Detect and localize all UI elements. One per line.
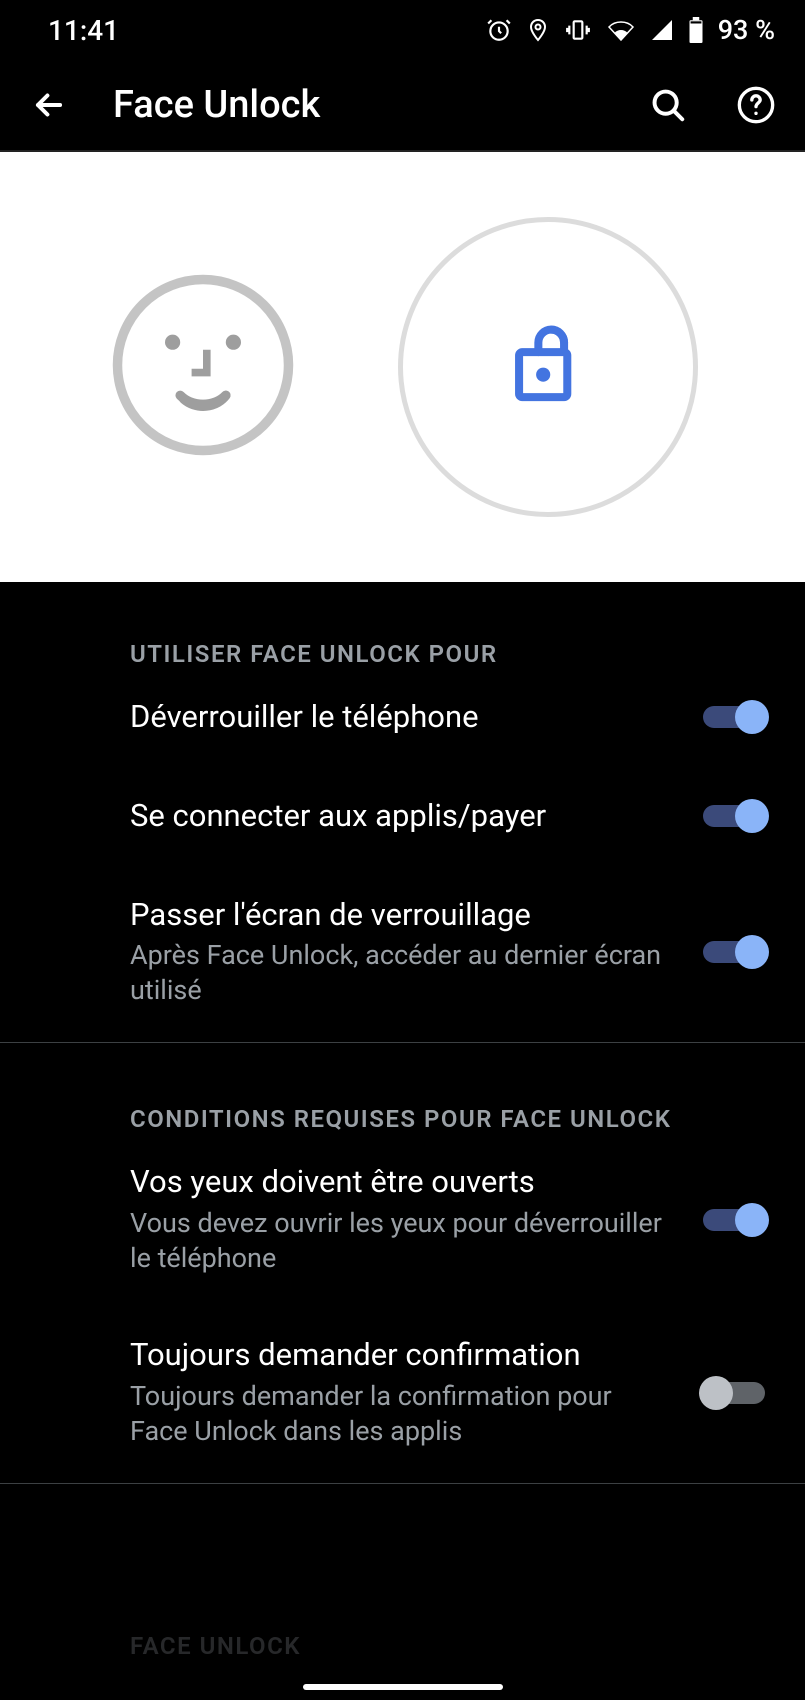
hero-illustration [0,150,805,582]
settings-content: UTILISER FACE UNLOCK POUR Déverrouiller … [0,582,805,1484]
battery-icon [688,17,704,43]
location-icon [526,17,550,43]
help-button[interactable] [732,81,780,129]
setting-subtitle: Vous devez ouvrir les yeux pour déverrou… [130,1206,683,1276]
setting-title: Passer l'écran de verrouillage [130,896,683,935]
status-icons: 93 % [486,14,775,46]
battery-percent: 93 % [718,14,775,46]
setting-title: Se connecter aux applis/payer [130,797,683,836]
toggle-switch[interactable] [703,935,765,969]
section-header-use: UTILISER FACE UNLOCK POUR [130,582,775,668]
setting-subtitle: Toujours demander la confirmation pour F… [130,1379,683,1449]
setting-app-signin[interactable]: Se connecter aux applis/payer [0,767,805,866]
setting-title: Toujours demander confirmation [130,1336,683,1375]
search-button[interactable] [644,81,692,129]
page-title: Face Unlock [113,83,604,127]
setting-eyes-open[interactable]: Vos yeux doivent être ouverts Vous devez… [0,1133,805,1306]
back-button[interactable] [25,81,73,129]
signal-icon [650,18,674,42]
toggle-switch[interactable] [703,1203,765,1237]
toggle-switch[interactable] [703,799,765,833]
status-bar: 11:41 93 % [0,0,805,60]
divider [0,1042,805,1043]
section-header-requirements: CONDITIONS REQUISES POUR FACE UNLOCK [130,1047,775,1133]
setting-always-confirm[interactable]: Toujours demander confirmation Toujours … [0,1306,805,1479]
setting-title: Vos yeux doivent être ouverts [130,1163,683,1202]
setting-skip-lockscreen[interactable]: Passer l'écran de verrouillage Après Fac… [0,866,805,1039]
face-icon [108,270,298,464]
wifi-icon [606,18,636,42]
section-header-partial: FACE UNLOCK [130,1632,301,1660]
toggle-switch[interactable] [703,1376,765,1410]
app-bar: Face Unlock [0,60,805,150]
setting-title: Déverrouiller le téléphone [130,698,683,737]
divider [0,1483,805,1484]
navigation-handle[interactable] [303,1684,503,1690]
unlock-icon [508,320,588,414]
setting-unlock-phone[interactable]: Déverrouiller le téléphone [0,668,805,767]
unlock-icon-circle [398,217,698,517]
vibrate-icon [564,17,592,43]
alarm-icon [486,17,512,43]
setting-subtitle: Après Face Unlock, accéder au dernier éc… [130,938,683,1008]
toggle-switch[interactable] [703,700,765,734]
status-time: 11:41 [48,14,119,47]
